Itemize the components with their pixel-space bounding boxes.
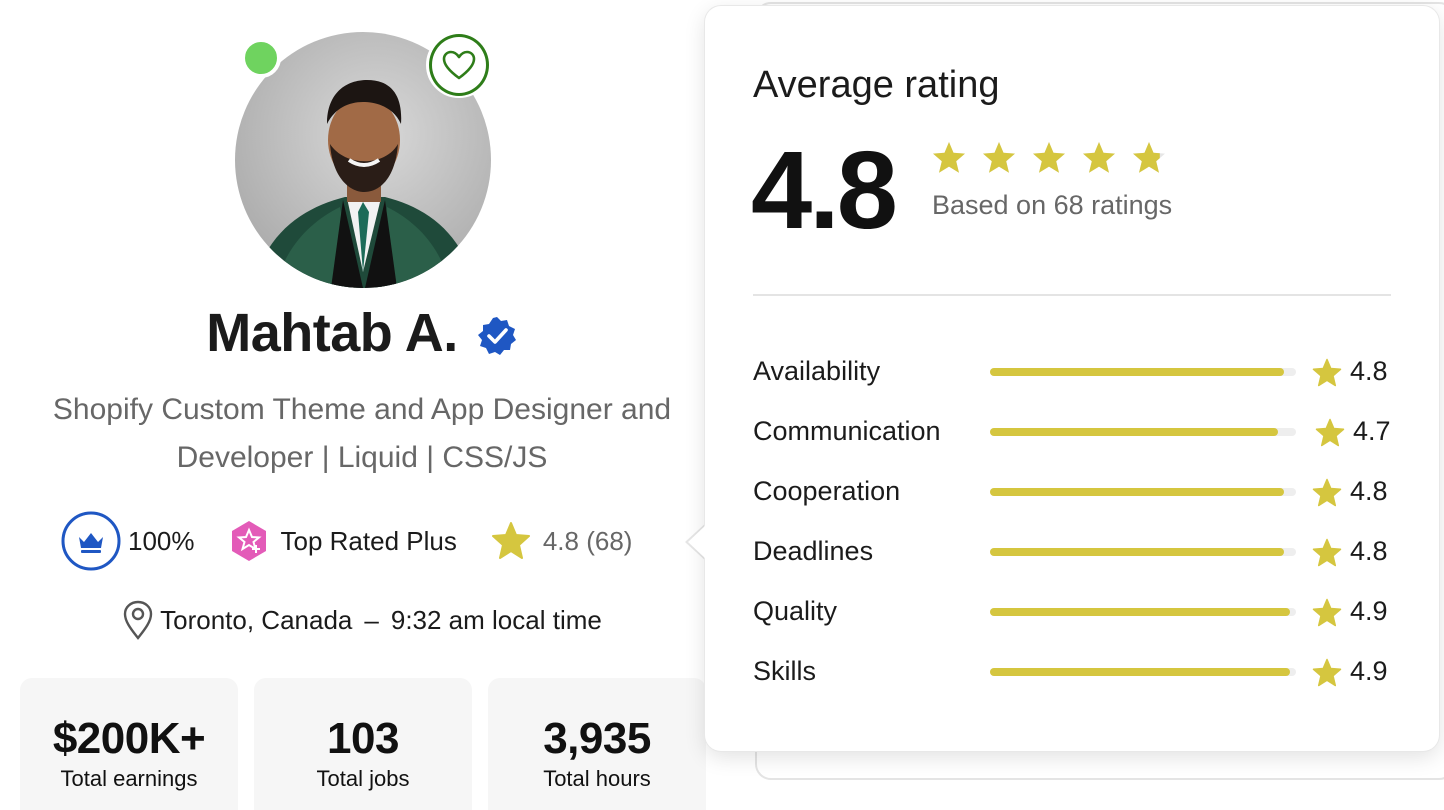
- category-label: Communication: [753, 416, 941, 446]
- rating-count[interactable]: (68): [586, 526, 632, 556]
- category-label: Skills: [753, 656, 817, 686]
- category-row-cooperation: Cooperation 4.8: [753, 472, 1393, 512]
- star-icon: [1315, 418, 1345, 447]
- heart-icon: [442, 50, 476, 80]
- location-separator: –: [364, 604, 379, 635]
- category-bar-fill: [990, 368, 1284, 376]
- category-row-communication: Communication 4.7: [753, 412, 1393, 452]
- category-score: 4.8: [1350, 536, 1388, 566]
- stat-label: Total earnings: [60, 766, 198, 791]
- stat-total-jobs: 103 Total jobs: [254, 678, 472, 810]
- average-stars: [931, 140, 1167, 176]
- badges-row: 100% Top Rated Plus 4.8 (68): [60, 510, 632, 572]
- category-bar-track: [990, 488, 1296, 496]
- category-bar-track: [990, 428, 1296, 436]
- job-success-value: 100%: [128, 525, 195, 556]
- online-status-dot: [241, 38, 281, 78]
- top-rated-label: Top Rated Plus: [280, 525, 457, 556]
- category-label: Quality: [753, 596, 838, 626]
- category-bar-track: [990, 548, 1296, 556]
- category-bar-fill: [990, 488, 1284, 496]
- favorite-ring: [429, 34, 489, 96]
- star-icon: [1312, 478, 1342, 507]
- popover-title: Average rating: [753, 64, 1000, 106]
- location-pin-icon: [123, 600, 153, 640]
- star-icon[interactable]: [491, 521, 531, 561]
- headline-line-2: Developer | Liquid | CSS/JS: [176, 441, 548, 474]
- category-score: 4.8: [1350, 476, 1388, 506]
- location-city: Toronto, Canada: [160, 604, 353, 635]
- category-row-skills: Skills 4.9: [753, 652, 1393, 692]
- stat-label: Total hours: [543, 766, 651, 791]
- star-icon: [1312, 598, 1342, 627]
- category-row-quality: Quality 4.9: [753, 592, 1393, 632]
- headline-line-1: Shopify Custom Theme and App Designer an…: [52, 393, 672, 426]
- profile-avatar-container: [235, 32, 492, 288]
- local-time: 9:32 am local time: [390, 604, 602, 635]
- profile-name-row: Mahtab A.: [0, 302, 724, 364]
- category-bar-fill: [990, 608, 1290, 616]
- job-success-ring: [61, 511, 121, 571]
- category-bar-track: [990, 608, 1296, 616]
- category-bar-fill: [990, 668, 1290, 676]
- category-row-deadlines: Deadlines 4.8: [753, 532, 1393, 572]
- rating-score[interactable]: 4.8: [543, 526, 579, 556]
- stat-label: Total jobs: [316, 766, 410, 791]
- category-bar-fill: [990, 428, 1278, 436]
- rating-popover: Average rating 4.8 Based on 68 ratings A…: [705, 6, 1439, 751]
- category-score: 4.9: [1350, 656, 1388, 686]
- category-bar-fill: [990, 548, 1284, 556]
- stat-total-earnings: $200K+ Total earnings: [20, 678, 238, 810]
- star-icon: [1033, 142, 1065, 173]
- category-score: 4.8: [1350, 356, 1388, 386]
- profile-name: Mahtab A.: [206, 303, 458, 363]
- category-score: 4.9: [1350, 596, 1388, 626]
- stat-value: 3,935: [543, 714, 651, 763]
- stat-value: $200K+: [52, 714, 206, 763]
- crown-icon: [79, 533, 103, 553]
- star-icon: [983, 142, 1015, 173]
- location-row: Toronto, Canada – 9:32 am local time: [0, 600, 724, 640]
- stat-value: 103: [327, 714, 399, 763]
- category-bar-track: [990, 368, 1296, 376]
- category-label: Availability: [753, 356, 881, 386]
- category-row-availability: Availability 4.8: [753, 352, 1393, 392]
- star-icon: [1133, 142, 1165, 173]
- star-icon: [1083, 142, 1115, 173]
- rating-summary[interactable]: 4.8 (68): [543, 526, 633, 557]
- favorite-button[interactable]: [426, 32, 492, 98]
- star-icon: [1312, 538, 1342, 567]
- star-icon: [933, 142, 965, 173]
- category-score: 4.7: [1353, 416, 1391, 446]
- category-label: Cooperation: [753, 476, 901, 506]
- popover-divider: [753, 294, 1391, 296]
- verified-badge-icon: [477, 317, 516, 355]
- popover-pointer-inner: [688, 524, 707, 560]
- top-rated-plus-icon: [231, 521, 266, 561]
- stat-total-hours: 3,935 Total hours: [488, 678, 706, 810]
- category-label: Deadlines: [753, 536, 874, 566]
- star-icon: [1312, 358, 1342, 387]
- star-icon: [1312, 658, 1342, 687]
- based-on-text: Based on 68 ratings: [932, 190, 1173, 220]
- category-bar-track: [990, 668, 1296, 676]
- average-score: 4.8: [751, 129, 898, 252]
- profile-headline: Shopify Custom Theme and App Designer an…: [0, 386, 724, 482]
